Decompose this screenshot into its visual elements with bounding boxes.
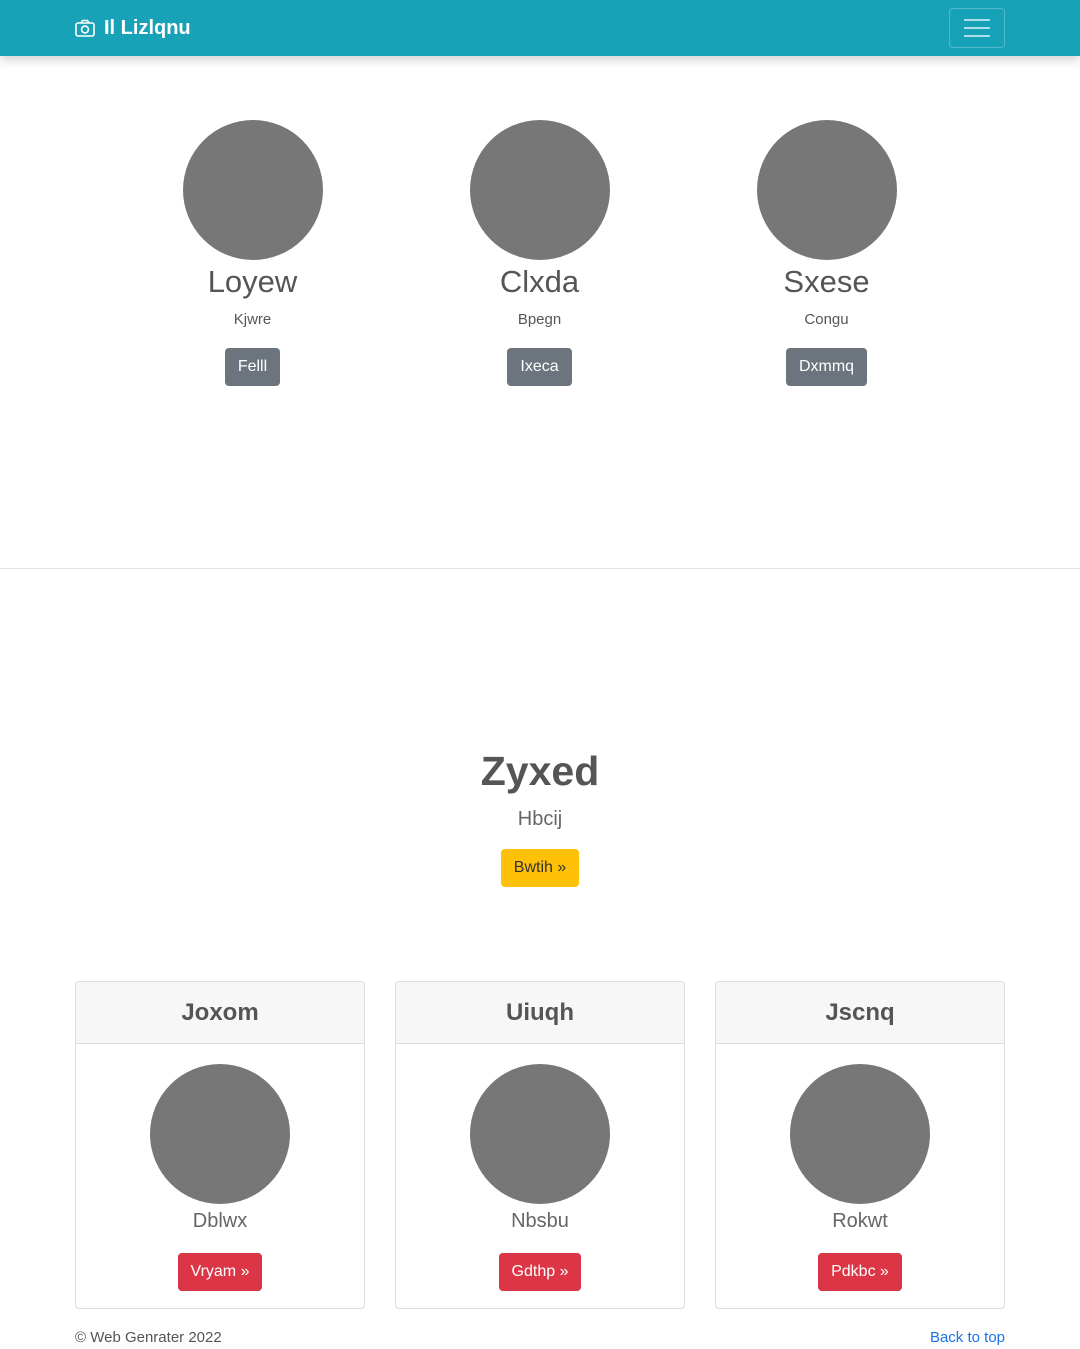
hero-column: Loyew Kjwre Felll xyxy=(109,120,396,386)
back-to-top-link[interactable]: Back to top xyxy=(930,1328,1005,1348)
card-text: Dblwx xyxy=(192,1210,248,1232)
avatar-placeholder xyxy=(790,1064,930,1204)
card-header: Uiuqh xyxy=(396,982,684,1044)
card-text: Nbsbu xyxy=(511,1210,569,1232)
card-button[interactable]: Vryam » xyxy=(177,1253,263,1291)
hamburger-menu-icon xyxy=(964,27,990,29)
card-button[interactable]: Gdthp » xyxy=(498,1253,582,1291)
avatar-placeholder xyxy=(150,1064,290,1204)
card-text: Rokwt xyxy=(832,1210,888,1232)
avatar-placeholder xyxy=(182,120,323,260)
hero-subtitle: Congu xyxy=(804,311,849,328)
avatar-placeholder xyxy=(756,120,897,260)
hero-subtitle: Kjwre xyxy=(233,311,272,328)
feature-title: Zyxed xyxy=(480,748,600,794)
card: Uiuqh Nbsbu Gdthp » xyxy=(395,981,685,1309)
camera-icon xyxy=(75,19,95,37)
navbar: Il Lizlqnu xyxy=(0,0,1080,56)
hamburger-menu-icon xyxy=(964,35,990,37)
hero-column: Sxese Congu Dxmmq xyxy=(683,120,970,386)
card-body: Rokwt Pdkbc » xyxy=(716,1044,1004,1291)
hero-subtitle: Bpegn xyxy=(517,311,562,328)
card: Jscnq Rokwt Pdkbc » xyxy=(715,981,1005,1309)
hero-button[interactable]: Felll xyxy=(224,348,281,386)
card-header: Joxom xyxy=(76,982,364,1044)
hero-name: Clxda xyxy=(499,264,580,299)
avatar-placeholder xyxy=(469,120,610,260)
card-header: Jscnq xyxy=(716,982,1004,1044)
footer-copyright: © Web Genrater 2022 xyxy=(75,1329,222,1346)
brand-text: Il Lizlqnu xyxy=(104,16,191,39)
card-body: Dblwx Vryam » xyxy=(76,1044,364,1291)
navbar-toggler-button[interactable] xyxy=(949,8,1005,48)
hero-button[interactable]: Ixeca xyxy=(507,348,572,386)
card: Joxom Dblwx Vryam » xyxy=(75,981,365,1309)
hero-button[interactable]: Dxmmq xyxy=(785,348,868,386)
hero-column: Clxda Bpegn Ixeca xyxy=(396,120,683,386)
card-button[interactable]: Pdkbc » xyxy=(818,1253,902,1291)
hero-name: Loyew xyxy=(207,264,298,299)
avatar-placeholder xyxy=(470,1064,610,1204)
hero-name: Sxese xyxy=(783,264,870,299)
feature-button[interactable]: Bwtih » xyxy=(500,849,580,887)
feature-subtitle: Hbcij xyxy=(517,808,563,830)
section-divider xyxy=(0,568,1080,569)
card-body: Nbsbu Gdthp » xyxy=(396,1044,684,1291)
brand-link[interactable]: Il Lizlqnu xyxy=(75,16,191,40)
hamburger-menu-icon xyxy=(964,19,990,21)
feature-section: Zyxed Hbcij Bwtih » xyxy=(0,745,1080,887)
